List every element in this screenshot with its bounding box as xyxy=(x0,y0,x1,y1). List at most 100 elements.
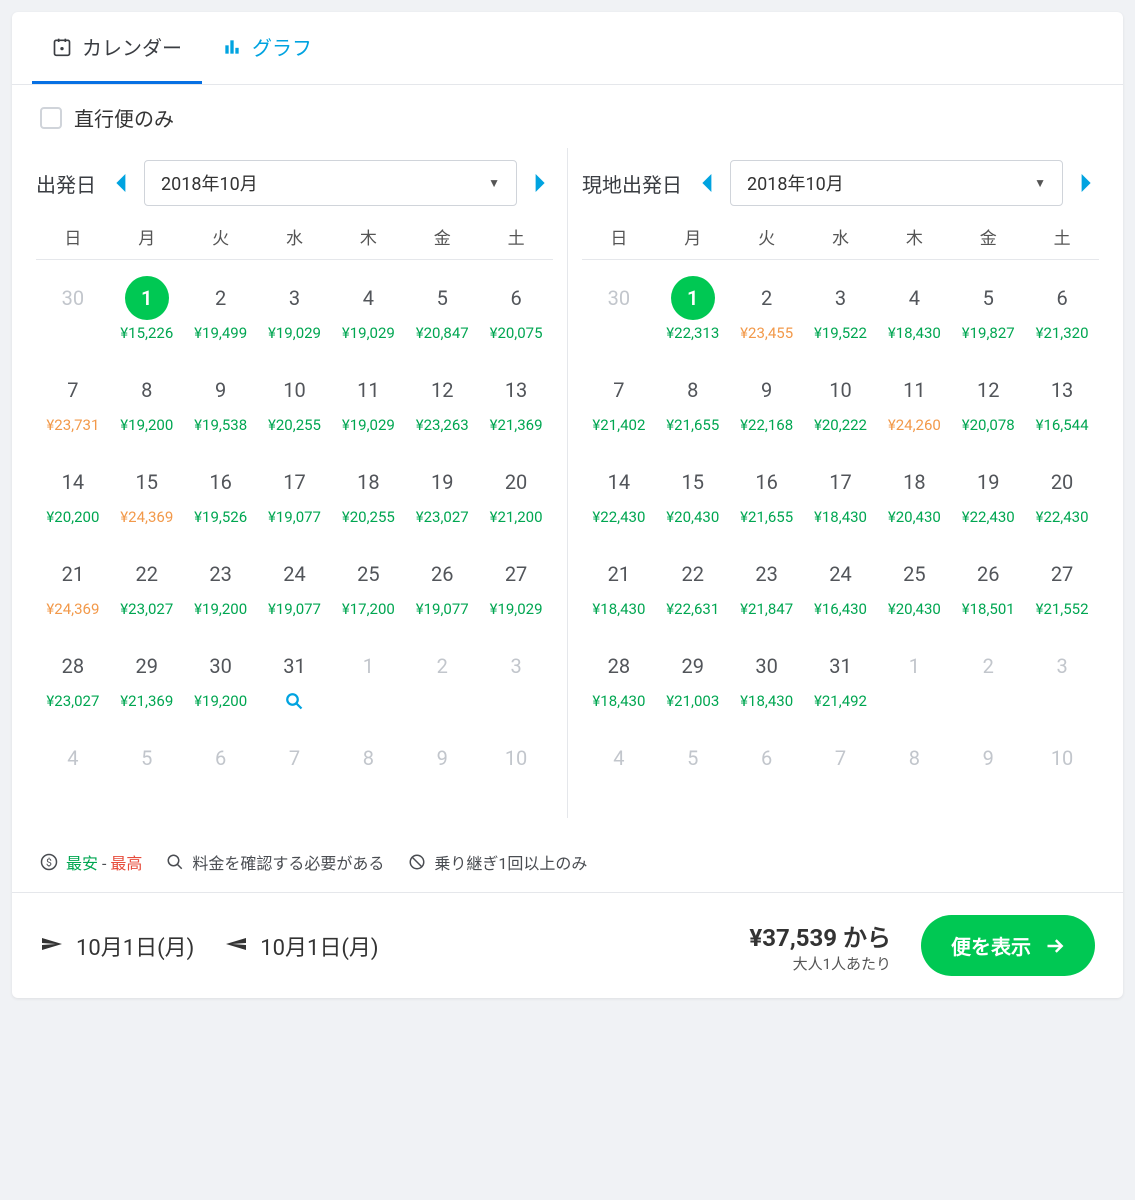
day-number: 9 xyxy=(966,736,1010,780)
calendar-day[interactable]: 28¥18,430 xyxy=(582,634,656,726)
weekday-header: 木 xyxy=(877,224,951,249)
day-number: 5 xyxy=(420,276,464,320)
calendar-day[interactable]: 31 xyxy=(258,634,332,726)
tab-calendar[interactable]: カレンダー xyxy=(32,12,202,84)
calendar-day[interactable]: 16¥21,655 xyxy=(730,450,804,542)
calendar-day[interactable]: 31¥21,492 xyxy=(804,634,878,726)
departure-next-month[interactable] xyxy=(525,169,553,197)
day-price: ¥21,369 xyxy=(481,416,551,436)
day-price: ¥21,320 xyxy=(1027,324,1097,344)
calendar-day[interactable]: 18¥20,255 xyxy=(331,450,405,542)
calendar-day[interactable]: 14¥22,430 xyxy=(582,450,656,542)
calendar-day[interactable]: 2¥19,499 xyxy=(184,266,258,358)
day-number: 29 xyxy=(671,644,715,688)
calendar-day[interactable]: 11¥24,260 xyxy=(877,358,951,450)
calendar-day[interactable]: 3¥19,522 xyxy=(804,266,878,358)
return-next-month[interactable] xyxy=(1071,169,1099,197)
view-tabs: カレンダー グラフ xyxy=(12,12,1123,85)
day-number: 1 xyxy=(671,276,715,320)
day-price: ¥24,260 xyxy=(879,416,949,436)
calendar-day[interactable]: 26¥19,077 xyxy=(405,542,479,634)
currency-icon: $ xyxy=(40,853,58,871)
calendar-day[interactable]: 13¥21,369 xyxy=(479,358,553,450)
calendar-day[interactable]: 18¥20,430 xyxy=(877,450,951,542)
chevron-right-icon xyxy=(1078,174,1092,192)
day-price: ¥19,200 xyxy=(186,692,256,712)
calendar-day[interactable]: 5¥19,827 xyxy=(951,266,1025,358)
calendar-day[interactable]: 22¥22,631 xyxy=(656,542,730,634)
day-number: 30 xyxy=(597,276,641,320)
calendar-day[interactable]: 12¥23,263 xyxy=(405,358,479,450)
calendar-day[interactable]: 21¥24,369 xyxy=(36,542,110,634)
calendar-day[interactable]: 27¥21,552 xyxy=(1025,542,1099,634)
calendar-day[interactable]: 10¥20,255 xyxy=(258,358,332,450)
departure-month-select[interactable]: 2018年10月 ▼ xyxy=(144,160,517,206)
calendar-day[interactable]: 9¥22,168 xyxy=(730,358,804,450)
day-price: ¥23,731 xyxy=(38,416,108,436)
calendar-day[interactable]: 24¥16,430 xyxy=(804,542,878,634)
calendar-day[interactable]: 4¥18,430 xyxy=(877,266,951,358)
calendar-day[interactable]: 30¥18,430 xyxy=(730,634,804,726)
departure-prev-month[interactable] xyxy=(108,169,136,197)
calendar-day[interactable]: 23¥21,847 xyxy=(730,542,804,634)
calendar-day[interactable]: 10¥20,222 xyxy=(804,358,878,450)
calendar-day[interactable]: 24¥19,077 xyxy=(258,542,332,634)
calendar-day[interactable]: 5 ¥20,847 xyxy=(405,266,479,358)
calendar-day[interactable]: 3¥19,029 xyxy=(258,266,332,358)
calendar-day[interactable]: 25¥20,430 xyxy=(877,542,951,634)
calendar-day[interactable]: 4¥19,029 xyxy=(331,266,405,358)
calendar-day[interactable]: 1 ¥22,313 xyxy=(656,266,730,358)
weekday-header: 火 xyxy=(730,224,804,249)
calendar-day[interactable]: 7 ¥23,731 xyxy=(36,358,110,450)
calendar-day[interactable]: 1¥15,226 xyxy=(110,266,184,358)
calendar-day[interactable]: 14¥20,200 xyxy=(36,450,110,542)
calendar-day[interactable]: 15¥20,430 xyxy=(656,450,730,542)
legend-high: 最高 xyxy=(110,854,142,873)
calendar-day[interactable]: 8¥19,200 xyxy=(110,358,184,450)
tab-graph[interactable]: グラフ xyxy=(202,12,332,84)
day-number: 26 xyxy=(966,552,1010,596)
calendar-day[interactable]: 22¥23,027 xyxy=(110,542,184,634)
calendar-day[interactable]: 16¥19,526 xyxy=(184,450,258,542)
calendar-day[interactable]: 21¥18,430 xyxy=(582,542,656,634)
calendar-day[interactable]: 29¥21,003 xyxy=(656,634,730,726)
calendar-day[interactable]: 19¥22,430 xyxy=(951,450,1025,542)
show-flights-button[interactable]: 便を表示 xyxy=(921,915,1095,976)
calendar-day: 4 xyxy=(36,726,110,818)
day-price: ¥19,029 xyxy=(260,324,330,344)
day-price: ¥20,847 xyxy=(407,324,477,344)
calendar-day[interactable]: 11 ¥19,029 xyxy=(331,358,405,450)
calendar-day[interactable]: 13¥16,544 xyxy=(1025,358,1099,450)
calendar-day[interactable]: 6¥20,075 xyxy=(479,266,553,358)
calendar-day[interactable]: 19¥23,027 xyxy=(405,450,479,542)
day-number: 26 xyxy=(420,552,464,596)
calendar-day[interactable]: 30¥19,200 xyxy=(184,634,258,726)
calendar-day[interactable]: 15¥24,369 xyxy=(110,450,184,542)
calendar-day[interactable]: 20¥21,200 xyxy=(479,450,553,542)
calendar-day[interactable]: 20¥22,430 xyxy=(1025,450,1099,542)
calendar-day[interactable]: 17¥18,430 xyxy=(804,450,878,542)
calendar-day[interactable]: 7¥21,402 xyxy=(582,358,656,450)
direct-only-checkbox[interactable]: 直行便のみ xyxy=(40,103,1095,132)
return-month-select[interactable]: 2018年10月 ▼ xyxy=(730,160,1063,206)
day-number: 11 xyxy=(346,368,390,412)
day-price: ¥19,029 xyxy=(333,416,403,436)
calendar-day[interactable]: 17¥19,077 xyxy=(258,450,332,542)
calendar-day: 3 xyxy=(1025,634,1099,726)
calendar-day[interactable]: 6¥21,320 xyxy=(1025,266,1099,358)
calendar-day[interactable]: 9¥19,538 xyxy=(184,358,258,450)
calendar-day[interactable]: 28¥23,027 xyxy=(36,634,110,726)
calendar-day[interactable]: 25¥17,200 xyxy=(331,542,405,634)
calendar-day[interactable]: 8¥21,655 xyxy=(656,358,730,450)
calendar-day[interactable]: 12¥20,078 xyxy=(951,358,1025,450)
return-prev-month[interactable] xyxy=(694,169,722,197)
day-number: 7 xyxy=(51,368,95,412)
calendar-day[interactable]: 23¥19,200 xyxy=(184,542,258,634)
day-number: 18 xyxy=(346,460,390,504)
calendar-day[interactable]: 26¥18,501 xyxy=(951,542,1025,634)
calendar-day[interactable]: 29¥21,369 xyxy=(110,634,184,726)
day-price: ¥22,313 xyxy=(658,324,728,344)
day-number: 6 xyxy=(745,736,789,780)
calendar-day[interactable]: 27¥19,029 xyxy=(479,542,553,634)
calendar-day[interactable]: 2¥23,455 xyxy=(730,266,804,358)
